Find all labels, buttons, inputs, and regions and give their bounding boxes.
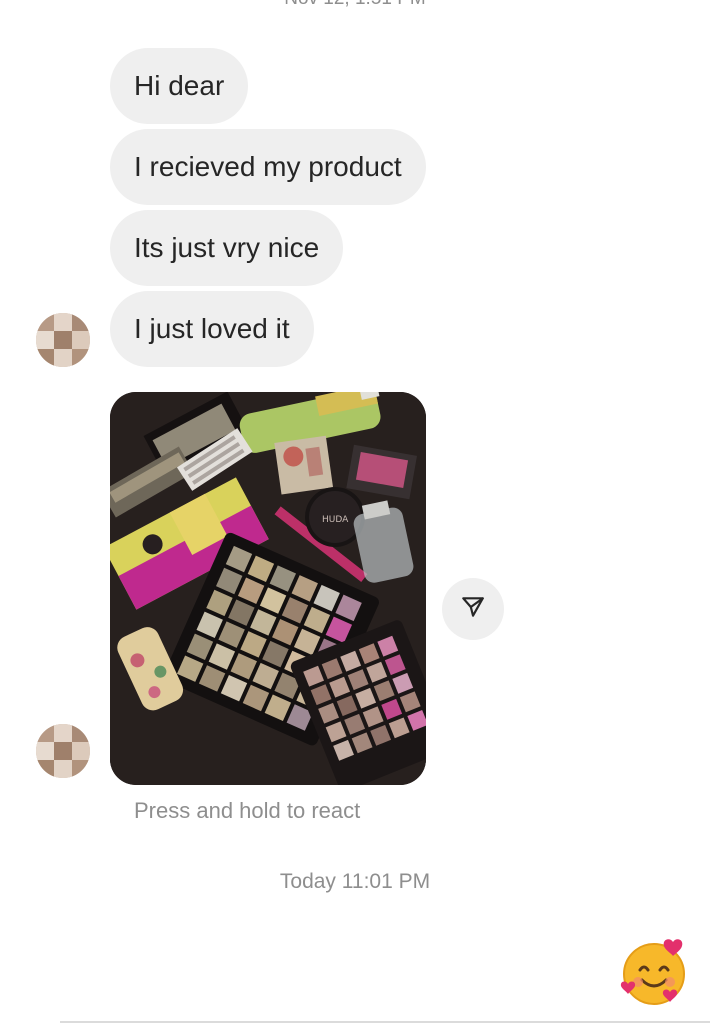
message-timestamp: Today 11:01 PM [279,870,431,893]
press-hold-hint: Press and hold to react [134,798,361,823]
product-photo[interactable]: HUDA [110,392,426,785]
message-bubble-3[interactable]: Its just vry nice [110,210,344,286]
message-bubble-1[interactable]: Hi dear [110,48,249,124]
message-bubble-4[interactable]: I just loved it [110,291,314,367]
message-bubble-2[interactable]: I recieved my product [110,129,426,205]
paper-plane-icon [460,594,486,625]
composer-divider [60,1021,710,1023]
sent-emoji-message[interactable] [618,936,690,1008]
smiling-face-with-hearts-icon [618,939,690,1012]
sender-avatar[interactable] [36,313,90,367]
sender-avatar[interactable] [36,724,90,778]
share-button[interactable] [442,578,504,640]
previous-timestamp: Nov 12, 1:51 PM [0,0,710,10]
